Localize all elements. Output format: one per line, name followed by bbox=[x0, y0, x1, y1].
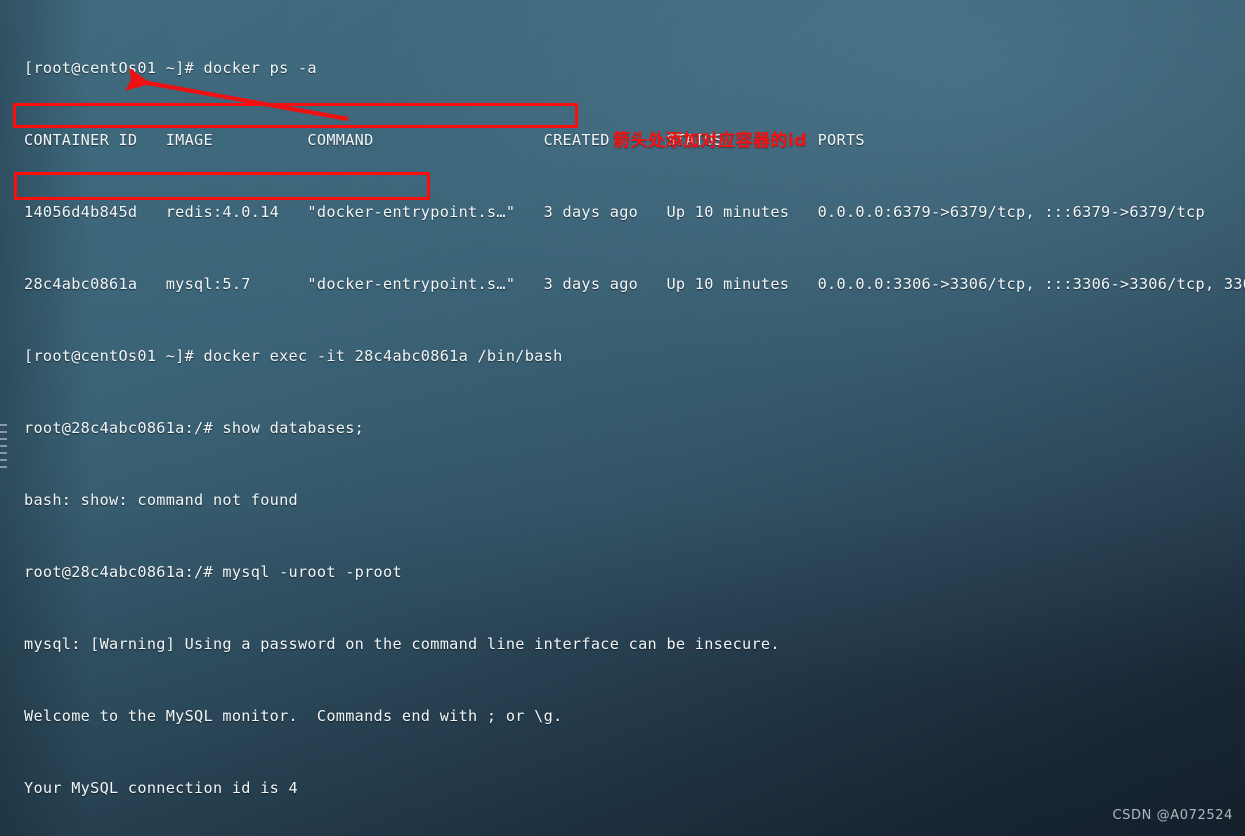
terminal-line: bash: show: command not found bbox=[24, 491, 298, 509]
terminal-line: [root@centOs01 ~]# docker exec -it 28c4a… bbox=[24, 347, 563, 365]
terminal-line: 28c4abc0861a mysql:5.7 "docker-entrypoin… bbox=[24, 275, 1245, 293]
terminal-line: Your MySQL connection id is 4 bbox=[24, 779, 298, 797]
terminal-line: Welcome to the MySQL monitor. Commands e… bbox=[24, 707, 563, 725]
terminal-window[interactable]: [root@centOs01 ~]# docker ps -a CONTAINE… bbox=[0, 0, 1245, 836]
terminal-line: [root@centOs01 ~]# docker ps -a bbox=[24, 59, 317, 77]
terminal-line: mysql: [Warning] Using a password on the… bbox=[24, 635, 780, 653]
terminal-line: root@28c4abc0861a:/# mysql -uroot -proot bbox=[24, 563, 402, 581]
terminal-line: root@28c4abc0861a:/# show databases; bbox=[24, 419, 365, 437]
terminal-output[interactable]: [root@centOs01 ~]# docker ps -a CONTAINE… bbox=[0, 0, 1245, 836]
csdn-watermark: CSDN @A072524 bbox=[1112, 808, 1233, 823]
scroll-edge-artifact bbox=[0, 424, 7, 468]
terminal-line: 14056d4b845d redis:4.0.14 "docker-entryp… bbox=[24, 203, 1245, 221]
terminal-line: CONTAINER ID IMAGE COMMAND CREATED STATU… bbox=[24, 131, 1245, 149]
